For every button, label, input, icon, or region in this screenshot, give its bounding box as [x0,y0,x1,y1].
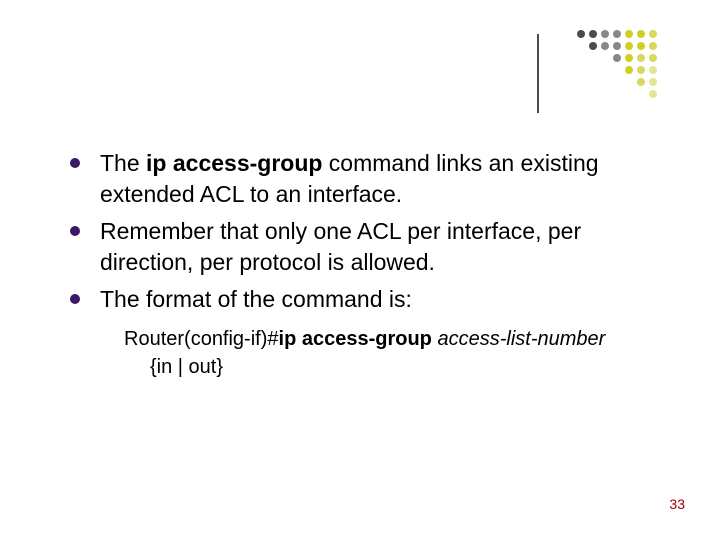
bullet-text: The ip access-group command links an exi… [100,148,660,210]
bullet-text: The format of the command is: [100,284,412,315]
dot [649,30,657,38]
bullet-item: Remember that only one ACL per interface… [70,216,660,278]
code-bold: ip access-group [279,328,432,350]
dot [649,42,657,50]
dot [589,30,597,38]
bullet-item: The ip access-group command links an exi… [70,148,660,210]
text-bold-segment: ip access-group [146,150,322,176]
dot [613,42,621,50]
dot [601,42,609,50]
corner-line [537,34,539,113]
text-segment: The format of the command is: [100,286,412,312]
code-line2: {in | out} [150,353,660,381]
dot [649,78,657,86]
bullet-icon [70,294,80,304]
dot [625,66,633,74]
content-area: The ip access-group command links an exi… [70,148,660,381]
page-number: 33 [669,496,685,512]
dot [577,30,585,38]
text-segment: The [100,150,146,176]
dot [589,42,597,50]
dot [649,90,657,98]
dot [637,66,645,74]
bullet-item: The format of the command is: [70,284,660,315]
dot [613,30,621,38]
dot [649,54,657,62]
dot [625,30,633,38]
corner-dots [553,30,661,102]
dot [637,54,645,62]
dot [637,30,645,38]
bullet-icon [70,158,80,168]
corner-lines [537,34,539,113]
code-prefix: Router(config-if)# [124,328,279,350]
bullet-icon [70,226,80,236]
text-segment: Remember that only one ACL per interface… [100,218,581,275]
dot [637,42,645,50]
dot [625,42,633,50]
dot [601,30,609,38]
dot [649,66,657,74]
code-italic: access-list-number [432,328,605,350]
dot [613,54,621,62]
code-example: Router(config-if)#ip access-group access… [124,325,660,381]
dot [637,78,645,86]
bullet-text: Remember that only one ACL per interface… [100,216,660,278]
dot [625,54,633,62]
